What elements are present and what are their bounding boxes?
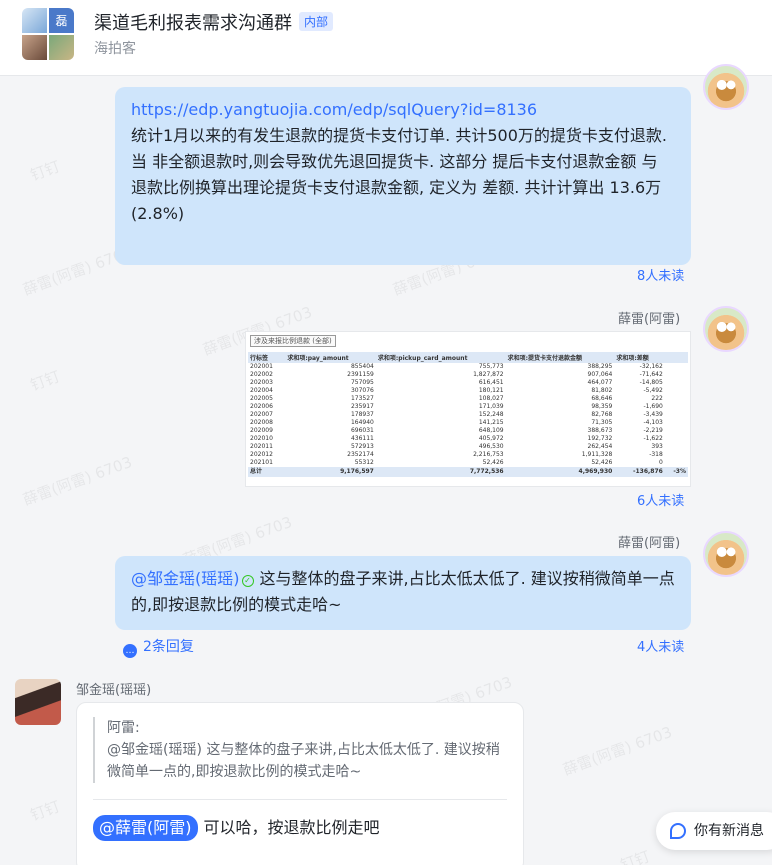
reply-message-card[interactable]: 阿雷: @邹金瑶(瑶瑶) 这与整体的盘子来讲,占比太低太低了. 建议按稍微简单一… [76, 702, 524, 865]
divider [93, 799, 507, 800]
reply-text: @薛雷(阿雷) 可以哈，按退款比例走吧 [93, 815, 380, 841]
pivot-table: 行标签 求和项:pay_amount 求和项:pickup_card_amoun… [248, 352, 688, 477]
verified-icon: ✓ [241, 575, 254, 587]
pivot-row: 202012 2352174 2,216,753 1,911,328 -318 [250, 451, 663, 458]
mention-pill[interactable]: @薛雷(阿雷) [93, 815, 198, 841]
read-status[interactable]: 4人未读 [637, 636, 684, 655]
quoted-message[interactable]: 阿雷: @邹金瑶(瑶瑶) 这与整体的盘子来讲,占比太低太低了. 建议按稍微简单一… [93, 717, 507, 783]
pivot-table-image[interactable]: 涉及来报比例退款 (全部) 行标签 求和项:pay_amount 求和项:pic… [245, 331, 691, 487]
group-title[interactable]: 渠道毛利报表需求沟通群 [94, 9, 292, 35]
pivot-row: 202005 173527 108,027 68,646 222 [250, 395, 663, 402]
sender-name[interactable]: 薛雷(阿雷) [618, 532, 680, 551]
sender-avatar[interactable] [15, 679, 61, 725]
message-bubble[interactable]: https://edp.yangtuojia.com/edp/sqlQuery?… [115, 87, 691, 265]
chat-bubble-icon [670, 823, 686, 839]
pivot-row: 202002 2391159 1,827,872 907,064 -71,642 [250, 371, 663, 378]
mention-link[interactable]: @邹金瑶(瑶瑶) [131, 569, 240, 588]
read-status[interactable]: 6人未读 [637, 490, 684, 509]
thread-replies-button[interactable]: … 2条回复 [123, 636, 194, 658]
sender-name[interactable]: 薛雷(阿雷) [618, 308, 680, 327]
watermark: 薛雷(阿雷) 6703 [20, 452, 135, 510]
sender-avatar[interactable] [703, 306, 749, 352]
read-status[interactable]: 8人未读 [637, 265, 684, 284]
pivot-row: 202011 572913 496,530 262,454 393 [250, 443, 663, 450]
pivot-row: 202003 757095 616,451 464,077 -14,805 [250, 379, 663, 386]
message-bubble[interactable]: @邹金瑶(瑶瑶) ✓ 这与整体的盘子来讲,占比太低太低了. 建议按稍微简单一点的,即… [115, 556, 691, 630]
sender-name[interactable]: 邹金瑶(瑶瑶) [76, 679, 151, 698]
pivot-row: 202007 178937 152,248 82,768 -3,439 [250, 411, 663, 418]
chat-header: 磊 渠道毛利报表需求沟通群 内部 海拍客 [0, 0, 772, 76]
pivot-row: 202001 855404 755,773 388,295 -32,162 [250, 363, 663, 370]
message-text: 统计1月以来的有发生退款的提货卡支付订单. 共计500万的提货卡支付退款. 当 … [131, 126, 667, 223]
watermark-stamp: 钉钉 [27, 157, 63, 185]
pivot-total-row: 总计 9,176,597 7,772,536 4,969,930 -136,87… [248, 467, 688, 477]
internal-badge: 内部 [299, 12, 334, 31]
watermark-stamp: 钉钉 [27, 797, 63, 825]
new-message-button[interactable]: 你有新消息 [656, 812, 772, 850]
watermark-stamp: 钉钉 [27, 367, 63, 395]
pivot-filter: 涉及来报比例退款 (全部) [250, 335, 336, 347]
pivot-row: 202006 235917 171,039 98,359 -1,690 [250, 403, 663, 410]
sender-avatar[interactable] [703, 531, 749, 577]
pivot-row: 202101 55312 52,426 52,426 0 [250, 459, 663, 466]
pivot-row: 202009 696031 648,109 388,673 -2,219 [250, 427, 663, 434]
pivot-row: 202010 436111 405,972 192,732 -1,622 [250, 435, 663, 442]
group-subtitle: 海拍客 [94, 41, 136, 57]
thread-icon: … [123, 644, 137, 658]
sql-query-link[interactable]: https://edp.yangtuojia.com/edp/sqlQuery?… [131, 97, 675, 123]
pivot-row: 202008 164940 141,215 71,305 -4,103 [250, 419, 663, 426]
sender-avatar[interactable] [703, 64, 749, 110]
watermark-stamp: 钉钉 [617, 847, 653, 865]
pivot-row: 202004 307076 180,121 81,802 -5,492 [250, 387, 663, 394]
watermark: 薛雷(阿雷) 6703 [560, 722, 675, 780]
group-avatar[interactable]: 磊 [22, 8, 74, 60]
